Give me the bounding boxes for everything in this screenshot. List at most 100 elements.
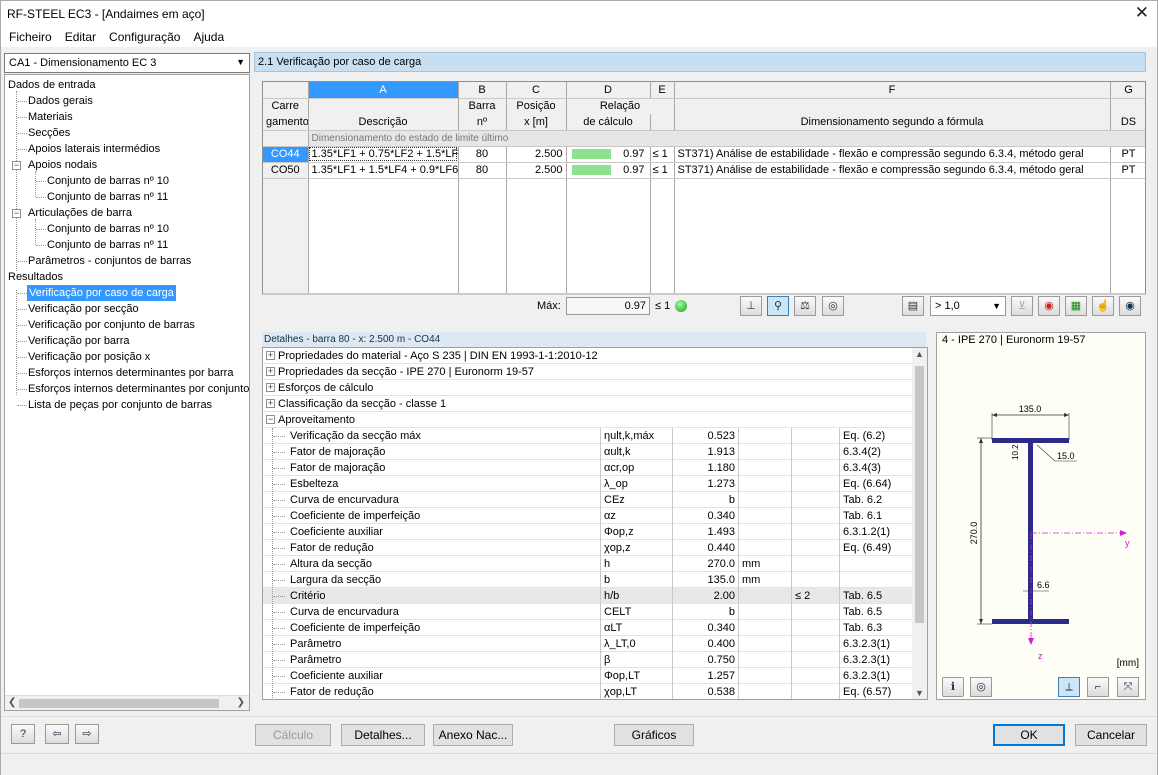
tree-results-root[interactable]: Resultados bbox=[8, 269, 63, 285]
scroll-up-icon[interactable]: ▲ bbox=[915, 349, 924, 359]
scroll-left-icon[interactable]: ❮ bbox=[8, 697, 16, 708]
axes-icon[interactable]: ⌐ bbox=[1087, 677, 1109, 697]
col-letter-c[interactable]: C bbox=[506, 82, 567, 99]
tree-item-materials[interactable]: Materiais bbox=[28, 109, 73, 125]
tree-item-nodal-set-10[interactable]: Conjunto de barras nº 10 bbox=[47, 173, 169, 189]
row-position[interactable]: 2.500 bbox=[506, 146, 567, 163]
details-row[interactable]: Coeficiente auxiliar Φop,LT 1.257 6.3.2.3(1… bbox=[263, 668, 913, 684]
details-row[interactable]: Fator de majoração αcr,op 1.180 6.3.4(3) bbox=[263, 460, 913, 476]
details-row[interactable]: Parâmetro β 0.750 6.3.2.3(1) bbox=[263, 652, 913, 668]
scroll-thumb[interactable] bbox=[19, 699, 219, 708]
row-description[interactable]: 1.35*LF1 + 1.5*LF4 + 0.9*LF6 bbox=[308, 162, 459, 179]
details-row[interactable]: Altura da secção h 270.0 mm bbox=[263, 556, 913, 572]
filter-ratio-select[interactable]: > 1,0 ▼ bbox=[930, 296, 1006, 316]
select-icon[interactable]: ☝ bbox=[1092, 296, 1114, 316]
view-icon[interactable]: ◉ bbox=[1119, 296, 1141, 316]
row-member[interactable]: 80 bbox=[458, 146, 507, 163]
tree-result-forces-set[interactable]: Esforços internos determinantes por conj… bbox=[28, 381, 249, 397]
tree-item-nodal-supports[interactable]: Apoios nodais bbox=[28, 157, 97, 173]
menu-editar[interactable]: Editar bbox=[60, 30, 101, 44]
color-scale-icon[interactable]: ▤ bbox=[902, 296, 924, 316]
menu-ajuda[interactable]: Ajuda bbox=[188, 30, 229, 44]
tree-result-parts-list[interactable]: Lista de peças por conjunto de barras bbox=[28, 397, 212, 413]
details-row[interactable]: Verificação da secção máx ηult,k,máx 0.523… bbox=[263, 428, 913, 444]
menu-configuracao[interactable]: Configuração bbox=[104, 30, 185, 44]
col-letter-b[interactable]: B bbox=[458, 82, 507, 99]
details-group-utilization[interactable]: − Aproveitamento bbox=[263, 412, 913, 428]
tree-item-nodal-set-11[interactable]: Conjunto de barras nº 11 bbox=[47, 189, 168, 205]
row-load-combination[interactable]: CO50 bbox=[263, 162, 309, 179]
vertical-scrollbar[interactable]: ▲ ▼ bbox=[912, 348, 927, 699]
cancel-button[interactable]: Cancelar bbox=[1075, 724, 1147, 746]
colors-icon[interactable]: ◉ bbox=[1038, 296, 1060, 316]
details-row[interactable]: Parâmetro λ_LT,0 0.400 6.3.2.3(1) bbox=[263, 636, 913, 652]
relation-icon[interactable]: ⚖ bbox=[794, 296, 816, 316]
tree-input-root[interactable]: Dados de entrada bbox=[8, 77, 95, 93]
ok-button[interactable]: OK bbox=[993, 724, 1065, 746]
col-letter-a[interactable]: A bbox=[308, 82, 459, 99]
member-icon[interactable]: ⊥ bbox=[740, 296, 762, 316]
details-row[interactable]: Curva de encurvadura CEz b Tab. 6.2 bbox=[263, 492, 913, 508]
row-ds[interactable]: PT bbox=[1110, 146, 1145, 163]
row-position[interactable]: 2.500 bbox=[506, 162, 567, 179]
tree-result-by-load-case[interactable]: Verificação por caso de carga bbox=[27, 285, 176, 301]
export-excel-icon[interactable]: ▦ bbox=[1065, 296, 1087, 316]
table-row[interactable]: CO44 1.35*LF1 + 0.75*LF2 + 1.5*LF 80 2.5… bbox=[263, 146, 1145, 163]
filter-icon[interactable]: ⚲ bbox=[767, 296, 789, 316]
details-group[interactable]: + Classificação da secção - classe 1 bbox=[263, 396, 913, 412]
tree-item-sections[interactable]: Secções bbox=[28, 125, 70, 141]
tree-item-hinges[interactable]: Articulações de barra bbox=[28, 205, 132, 221]
scroll-right-icon[interactable]: ❯ bbox=[237, 697, 245, 708]
row-ratio[interactable]: 0.97 bbox=[566, 146, 651, 163]
visibility-icon[interactable]: ◎ bbox=[822, 296, 844, 316]
row-member[interactable]: 80 bbox=[458, 162, 507, 179]
details-row[interactable]: Curva de encurvadura CELT b Tab. 6.5 bbox=[263, 604, 913, 620]
details-row[interactable]: Fator de redução χop,z 0.440 Eq. (6.49) bbox=[263, 540, 913, 556]
design-case-select[interactable]: CA1 - Dimensionamento EC 3 ▼ bbox=[4, 53, 250, 73]
close-icon[interactable]: ✕ bbox=[1135, 3, 1149, 23]
col-letter-f[interactable]: F bbox=[674, 82, 1111, 99]
tree-item-parameters[interactable]: Parâmetros - conjuntos de barras bbox=[28, 253, 191, 269]
details-row[interactable]: Coeficiente auxiliar Φop,z 1.493 6.3.1.2(1) bbox=[263, 524, 913, 540]
info-icon[interactable]: ℹ bbox=[942, 677, 964, 697]
tree-result-by-x[interactable]: Verificação por posição x bbox=[28, 349, 150, 365]
details-row[interactable]: Coeficiente de imperfeição αz 0.340 Tab. 6.… bbox=[263, 508, 913, 524]
menu-ficheiro[interactable]: Ficheiro bbox=[4, 30, 57, 44]
col-letter-e[interactable]: E bbox=[650, 82, 675, 99]
collapse-icon[interactable]: − bbox=[12, 161, 21, 170]
tree-result-by-member-set[interactable]: Verificação por conjunto de barras bbox=[28, 317, 195, 333]
col-letter-g[interactable]: G bbox=[1110, 82, 1145, 99]
details-row[interactable]: Coeficiente de imperfeição αLT 0.340 Tab. 6… bbox=[263, 620, 913, 636]
row-formula[interactable]: ST371) Análise de estabilidade - flexão … bbox=[674, 146, 1111, 163]
details-row[interactable]: Fator de majoração αult,k 1.913 6.3.4(2) bbox=[263, 444, 913, 460]
details-group[interactable]: + Propriedades da secção - IPE 270 | Euro… bbox=[263, 364, 913, 380]
export-icon[interactable]: ⇨ bbox=[75, 724, 99, 744]
tree-result-by-section[interactable]: Verificação por secção bbox=[28, 301, 139, 317]
scroll-thumb[interactable] bbox=[915, 366, 924, 623]
row-description[interactable]: 1.35*LF1 + 0.75*LF2 + 1.5*LF bbox=[308, 146, 459, 163]
details-button[interactable]: Detalhes... bbox=[341, 724, 425, 746]
tree-result-by-member[interactable]: Verificação por barra bbox=[28, 333, 130, 349]
row-ds[interactable]: PT bbox=[1110, 162, 1145, 179]
horizontal-scrollbar[interactable]: ❮ ❯ bbox=[5, 695, 249, 710]
row-load-combination[interactable]: CO44 bbox=[263, 146, 309, 163]
table-row[interactable]: CO50 1.35*LF1 + 1.5*LF4 + 0.9*LF6 80 2.5… bbox=[263, 162, 1145, 179]
details-row[interactable]: Largura da secção b 135.0 mm bbox=[263, 572, 913, 588]
national-annex-button[interactable]: Anexo Nac... bbox=[433, 724, 513, 746]
help-icon[interactable]: ? bbox=[11, 724, 35, 744]
details-row[interactable]: Fator de redução χop,LT 0.538 Eq. (6.57) bbox=[263, 684, 913, 699]
details-group[interactable]: + Propriedades do material - Aço S 235 | … bbox=[263, 348, 913, 364]
details-row[interactable]: Critério h/b 2.00 ≤ 2 Tab. 6.5 bbox=[263, 588, 913, 604]
reset-view-icon[interactable]: ⤧ bbox=[1117, 677, 1139, 697]
visibility-icon[interactable]: ◎ bbox=[970, 677, 992, 697]
import-icon[interactable]: ⇦ bbox=[45, 724, 69, 744]
tree-item-general[interactable]: Dados gerais bbox=[28, 93, 93, 109]
row-ratio[interactable]: 0.97 bbox=[566, 162, 651, 179]
details-group[interactable]: + Esforços de cálculo bbox=[263, 380, 913, 396]
details-row[interactable]: Esbelteza λ_op 1.273 Eq. (6.64) bbox=[263, 476, 913, 492]
tree-result-forces-member[interactable]: Esforços internos determinantes por barr… bbox=[28, 365, 233, 381]
result-diagram-icon[interactable]: ⊻ bbox=[1011, 296, 1033, 316]
dimensions-icon[interactable]: ⟂ bbox=[1058, 677, 1080, 697]
scroll-down-icon[interactable]: ▼ bbox=[915, 688, 924, 698]
col-letter-d[interactable]: D bbox=[566, 82, 651, 99]
